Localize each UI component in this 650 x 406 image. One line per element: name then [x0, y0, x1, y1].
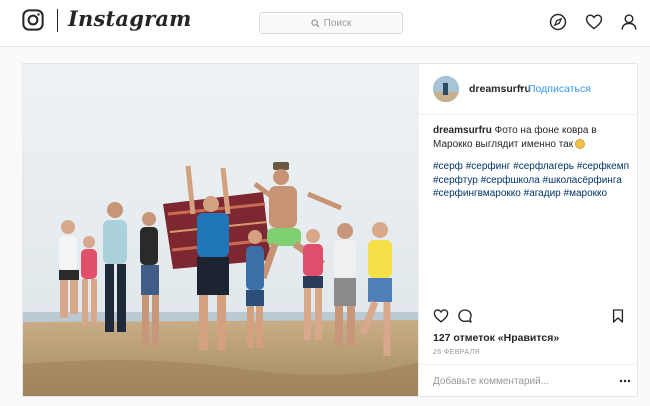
- smile-emoji-icon: [575, 139, 586, 149]
- bookmark-icon[interactable]: [610, 308, 626, 324]
- heart-icon[interactable]: [585, 13, 603, 31]
- post-photo[interactable]: [23, 64, 418, 396]
- post-date: 26 ФЕВРАЛЯ: [433, 349, 481, 356]
- post-card: dreamsurfru • Подписаться dreamsurfru Фо…: [22, 63, 638, 397]
- hashtags[interactable]: #серф #серфинг #серфлагерь #серфкемп #се…: [433, 160, 633, 201]
- separator-dot: •: [520, 83, 524, 94]
- compass-icon[interactable]: [549, 13, 567, 31]
- caption-username[interactable]: dreamsurfru: [433, 125, 492, 136]
- user-icon[interactable]: [620, 13, 638, 31]
- comment-input[interactable]: Добавьте комментарий...: [433, 376, 549, 387]
- comment-bar: Добавьте комментарий...: [419, 364, 638, 397]
- search-input[interactable]: Поиск: [259, 12, 403, 34]
- post-header: dreamsurfru • Подписаться: [419, 64, 638, 115]
- search-icon: [310, 18, 320, 28]
- instagram-wordmark[interactable]: Instagram: [68, 6, 192, 31]
- top-navbar: Instagram Поиск: [0, 0, 650, 47]
- instagram-glyph-icon[interactable]: [22, 9, 44, 31]
- avatar[interactable]: [433, 76, 459, 102]
- post-caption: dreamsurfru Фото на фоне ковра в Марокко…: [433, 124, 629, 152]
- search-placeholder: Поиск: [323, 17, 352, 29]
- comment-icon[interactable]: [457, 308, 473, 324]
- post-side-panel: dreamsurfru • Подписаться dreamsurfru Фо…: [418, 64, 638, 396]
- post-actions: [419, 300, 638, 330]
- logo-divider: [57, 9, 58, 32]
- follow-button[interactable]: Подписаться: [528, 83, 591, 95]
- heart-outline-icon[interactable]: [433, 308, 449, 324]
- more-icon[interactable]: [619, 376, 631, 386]
- likes-count[interactable]: 127 отметок «Нравится»: [433, 332, 559, 344]
